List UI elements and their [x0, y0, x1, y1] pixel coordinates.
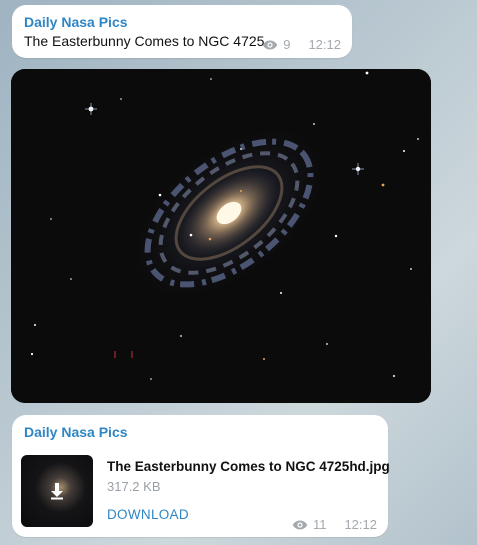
eye-icon [292, 520, 308, 529]
eye-icon [263, 40, 278, 49]
message-meta: 9 12:12 [262, 37, 341, 52]
galaxy-image [11, 69, 431, 403]
text-message[interactable]: Daily Nasa Pics The Easterbunny Comes to… [12, 5, 352, 58]
galaxy-photo[interactable] [11, 69, 431, 403]
view-count: 9 [283, 37, 291, 52]
message-time: 12:12 [308, 37, 341, 52]
file-message[interactable]: Daily Nasa Pics The Easterbunny Comes to… [12, 415, 390, 537]
sender-name[interactable]: Daily Nasa Pics [24, 14, 128, 30]
download-arrow-icon [51, 483, 63, 500]
sender-name[interactable]: Daily Nasa Pics [24, 424, 128, 440]
message-text: The Easterbunny Comes to NGC 4725 [24, 33, 265, 49]
view-count: 11 [312, 517, 327, 532]
file-name: The Easterbunny Comes to NGC 4725hd.jpg [107, 459, 390, 474]
file-size: 317.2 KB [107, 479, 161, 494]
file-thumbnail[interactable] [21, 455, 93, 527]
message-meta: 11 12:12 [292, 517, 377, 532]
message-time: 12:12 [344, 517, 377, 532]
download-button[interactable]: DOWNLOAD [107, 507, 189, 522]
